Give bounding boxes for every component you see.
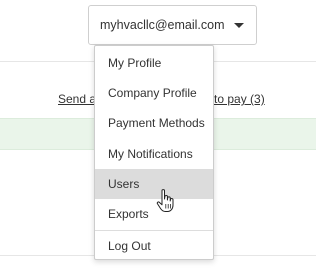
menu-item-users[interactable]: Users: [95, 169, 213, 199]
hand-cursor-icon: [156, 189, 174, 212]
send-link[interactable]: Send a: [58, 92, 96, 106]
menu-item-payment-methods[interactable]: Payment Methods: [95, 108, 213, 138]
account-dropdown-menu: My Profile Company Profile Payment Metho…: [94, 45, 214, 260]
menu-item-company-profile[interactable]: Company Profile: [95, 78, 213, 108]
caret-down-icon: [234, 23, 244, 28]
menu-item-my-notifications[interactable]: My Notifications: [95, 139, 213, 169]
menu-item-log-out[interactable]: Log Out: [95, 231, 213, 261]
pay-link[interactable]: to pay (3): [214, 92, 265, 106]
account-menu-button[interactable]: myhvacllc@email.com: [88, 5, 257, 45]
menu-item-exports[interactable]: Exports: [95, 199, 213, 229]
menu-item-my-profile[interactable]: My Profile: [95, 48, 213, 78]
account-email: myhvacllc@email.com: [100, 18, 225, 32]
